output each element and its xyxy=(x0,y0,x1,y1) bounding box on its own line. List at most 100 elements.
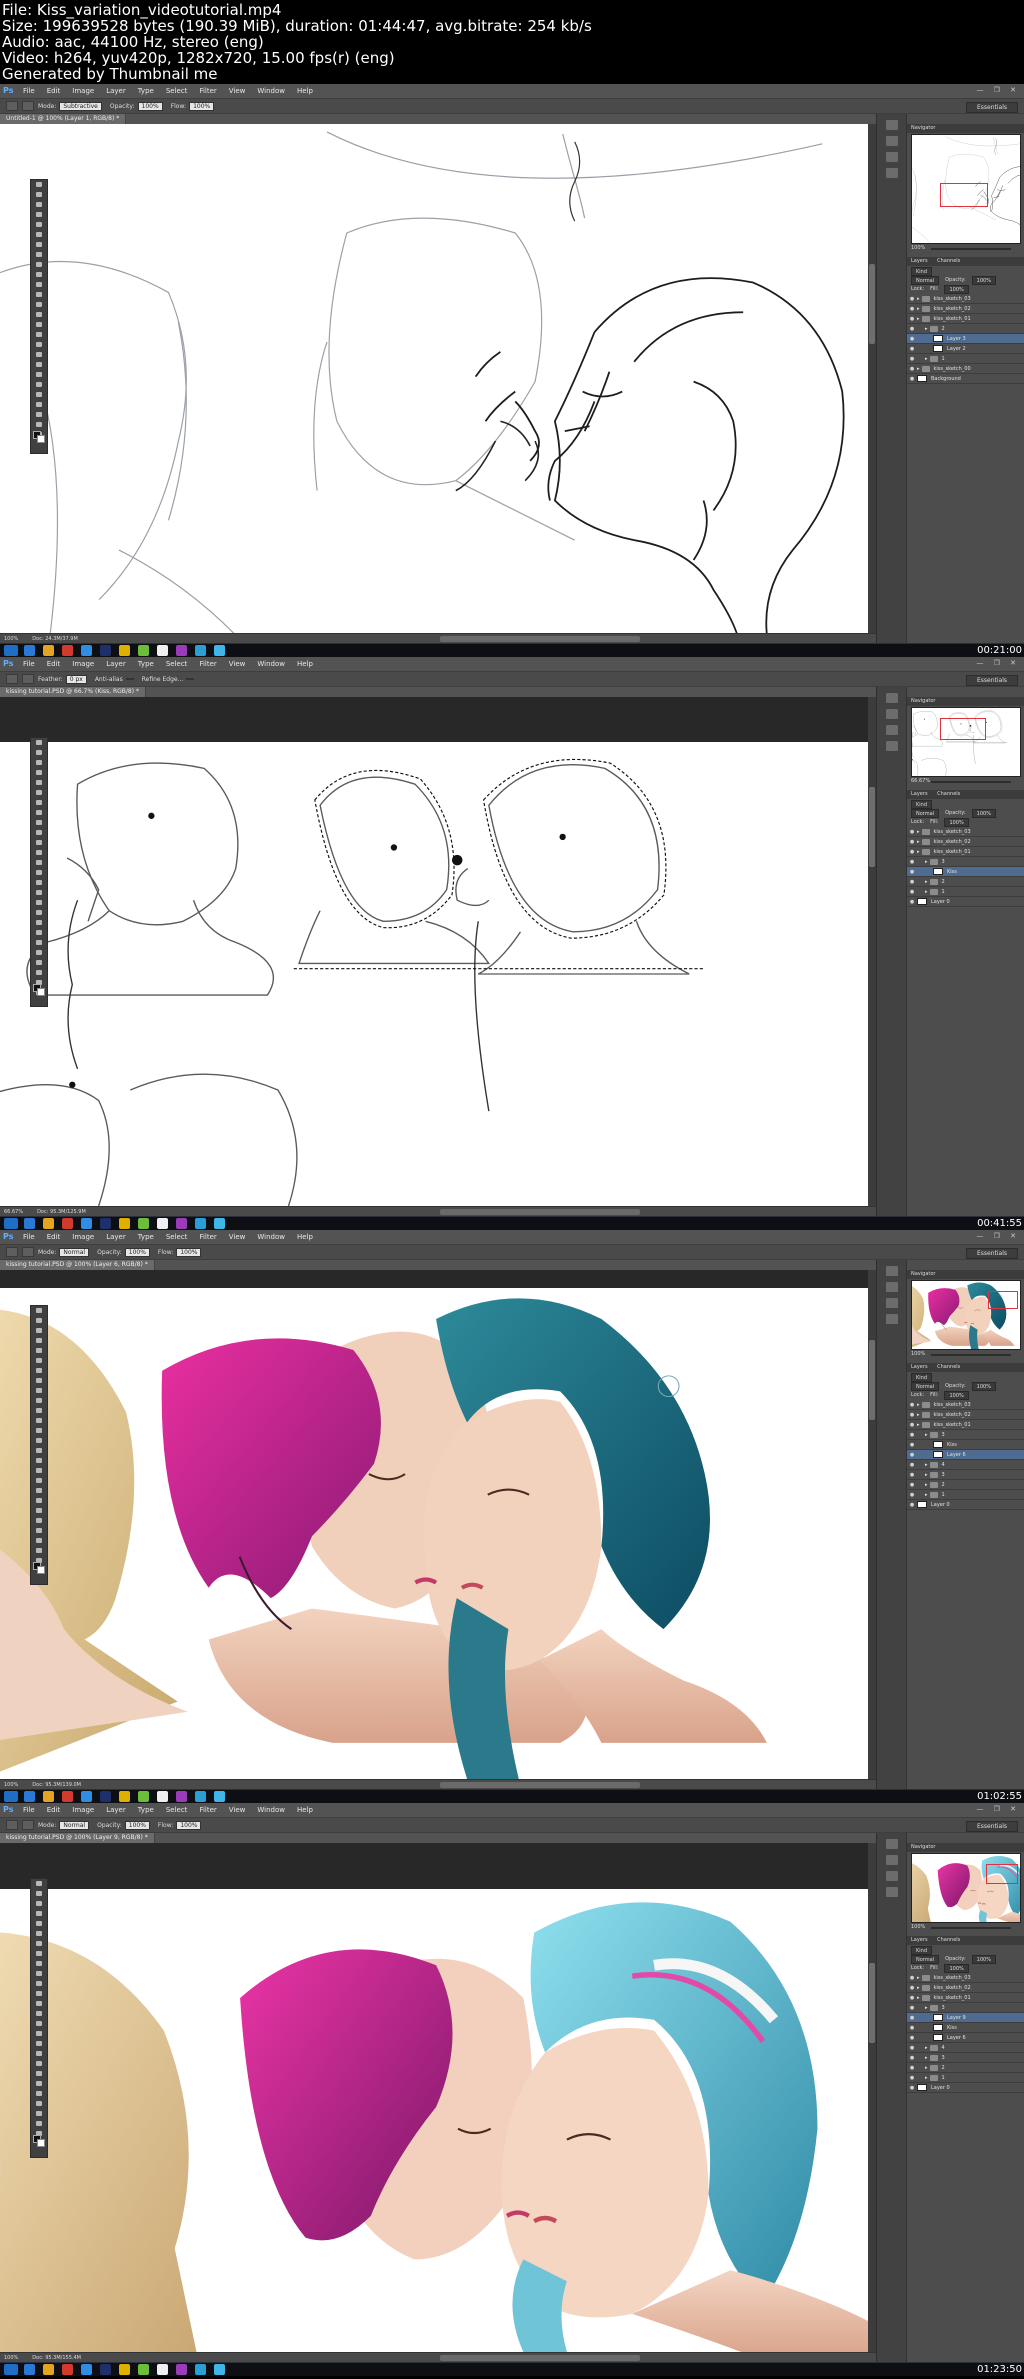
disclosure-arrow-icon[interactable]: ▸ xyxy=(917,1422,920,1428)
navigator-zoom-slider[interactable] xyxy=(931,1354,1011,1356)
layer-kind-filter[interactable]: Kind xyxy=(911,1946,933,1955)
opacity-label[interactable]: Opacity: xyxy=(97,1822,122,1829)
layer-row[interactable]: ● ▸ 3 xyxy=(907,2053,1024,2063)
toolbox-tool-icon[interactable] xyxy=(32,2011,46,2019)
layer-fill-field[interactable]: 100% xyxy=(944,818,969,827)
layer-fill-field[interactable]: 100% xyxy=(944,1391,969,1400)
vertical-scrollbar[interactable] xyxy=(868,124,876,633)
toolbox-tool-icon[interactable] xyxy=(32,2001,46,2009)
window-controls[interactable]: — ❐ ✕ xyxy=(976,659,1020,667)
flow-label[interactable]: Flow: xyxy=(171,103,186,110)
visibility-eye-icon[interactable]: ● xyxy=(907,366,917,372)
menu-item[interactable]: Image xyxy=(72,1806,94,1814)
taskbar-app-icon[interactable] xyxy=(138,645,149,656)
layer-row[interactable]: ● ▸ 4 xyxy=(907,2043,1024,2053)
taskbar-app-icon[interactable] xyxy=(81,645,92,656)
toolbox-tool-icon[interactable] xyxy=(32,870,46,878)
document-canvas[interactable] xyxy=(0,742,868,1206)
background-color-swatch[interactable] xyxy=(37,988,45,996)
menu-item[interactable]: Layer xyxy=(106,1806,126,1814)
window-controls[interactable]: — ❐ ✕ xyxy=(976,1232,1020,1240)
toolbox-tool-icon[interactable] xyxy=(32,830,46,838)
toolbox-tool-icon[interactable] xyxy=(32,242,46,250)
menu-item[interactable]: View xyxy=(229,660,246,668)
taskbar-app-icon[interactable] xyxy=(176,1791,187,1802)
layer-row[interactable]: ● Kiss xyxy=(907,2023,1024,2033)
layer-row[interactable]: ● Background xyxy=(907,374,1024,384)
background-color-swatch[interactable] xyxy=(37,435,45,443)
blend-mode-select[interactable]: Normal xyxy=(911,276,940,285)
workspace-select[interactable]: Essentials xyxy=(965,102,1018,113)
toolbox-tool-icon[interactable] xyxy=(32,342,46,350)
layer-row[interactable]: ● ▸ kiss_sketch_01 xyxy=(907,847,1024,857)
toolbox-tool-icon[interactable] xyxy=(32,2111,46,2119)
tool-preset-icon[interactable] xyxy=(22,101,34,111)
menu-item[interactable]: Filter xyxy=(199,1806,216,1814)
taskbar-app-icon[interactable] xyxy=(157,1218,168,1229)
workspace-select[interactable]: Essentials xyxy=(965,1821,1018,1832)
opacity-field[interactable]: 100% xyxy=(124,1247,150,1257)
toolbox-tool-icon[interactable] xyxy=(32,1941,46,1949)
channels-tab[interactable]: Channels xyxy=(937,1364,960,1370)
layer-row[interactable]: ● ▸ 4 xyxy=(907,1460,1024,1470)
layer-row[interactable]: ● ▸ 1 xyxy=(907,1490,1024,1500)
taskbar-app-icon[interactable] xyxy=(43,1218,54,1229)
toolbox-tool-icon[interactable] xyxy=(32,1991,46,1999)
disclosure-arrow-icon[interactable]: ▸ xyxy=(925,2075,928,2081)
layer-opacity-field[interactable]: 100% xyxy=(971,276,996,285)
menu-item[interactable]: Layer xyxy=(106,1233,126,1241)
toolbox-tool-icon[interactable] xyxy=(32,2081,46,2089)
layer-row[interactable]: ● ▸ kiss_sketch_01 xyxy=(907,1993,1024,2003)
menu-item[interactable]: Type xyxy=(138,1233,154,1241)
taskbar-app-icon[interactable] xyxy=(43,1791,54,1802)
menu-item[interactable]: Select xyxy=(166,1806,188,1814)
menu-item[interactable]: Layer xyxy=(106,87,126,95)
layers-tab[interactable]: Layers xyxy=(911,258,928,264)
visibility-eye-icon[interactable]: ● xyxy=(907,2045,917,2051)
menu-item[interactable]: Image xyxy=(72,660,94,668)
layer-fill-field[interactable]: 100% xyxy=(944,285,969,294)
visibility-eye-icon[interactable]: ● xyxy=(907,1442,917,1448)
taskbar-app-icon[interactable] xyxy=(62,1218,73,1229)
disclosure-arrow-icon[interactable]: ▸ xyxy=(925,2055,928,2061)
layer-row[interactable]: ● ▸ 2 xyxy=(907,324,1024,334)
layer-opacity-field[interactable]: 100% xyxy=(971,1382,996,1391)
background-color-swatch[interactable] xyxy=(37,2139,45,2147)
visibility-eye-icon[interactable]: ● xyxy=(907,306,917,312)
toolbox-tool-icon[interactable] xyxy=(32,790,46,798)
menu-item[interactable]: Filter xyxy=(199,1233,216,1241)
toolbox-tool-icon[interactable] xyxy=(32,1428,46,1436)
taskbar-app-icon[interactable] xyxy=(100,1791,111,1802)
taskbar-app-icon[interactable] xyxy=(24,2364,35,2375)
visibility-eye-icon[interactable]: ● xyxy=(907,1462,917,1468)
toolbox-tool-icon[interactable] xyxy=(32,1891,46,1899)
start-button-icon[interactable] xyxy=(4,1791,18,1802)
taskbar-app-icon[interactable] xyxy=(81,1218,92,1229)
properties-panel-icon[interactable] xyxy=(885,1282,898,1292)
flow-field[interactable]: 100% xyxy=(176,1247,202,1257)
horizontal-scrollbar[interactable] xyxy=(440,2355,640,2361)
layer-row[interactable]: ● ▸ kiss_sketch_03 xyxy=(907,294,1024,304)
brush-panel-icon[interactable] xyxy=(885,1871,898,1881)
toolbox-tool-icon[interactable] xyxy=(32,1448,46,1456)
disclosure-arrow-icon[interactable]: ▸ xyxy=(925,879,928,885)
status-zoom[interactable]: 100% xyxy=(4,2353,18,2362)
layer-row[interactable]: ● ▸ 1 xyxy=(907,354,1024,364)
blend-mode-select[interactable]: Normal xyxy=(911,809,940,818)
toolbox-tool-icon[interactable] xyxy=(32,2061,46,2069)
visibility-eye-icon[interactable]: ● xyxy=(907,346,917,352)
navigator-zoom-slider[interactable] xyxy=(931,1927,1011,1929)
navigator-tab[interactable]: Navigator xyxy=(907,1270,1024,1279)
toolbox-tool-icon[interactable] xyxy=(32,232,46,240)
toolbox-tool-icon[interactable] xyxy=(32,282,46,290)
visibility-eye-icon[interactable]: ● xyxy=(907,859,917,865)
layer-row[interactable]: ● ▸ kiss_sketch_01 xyxy=(907,314,1024,324)
mode-select[interactable]: Normal xyxy=(59,1820,90,1830)
taskbar-app-icon[interactable] xyxy=(195,2364,206,2375)
layers-tab[interactable]: Layers xyxy=(911,1937,928,1943)
toolbox-tool-icon[interactable] xyxy=(32,402,46,410)
layer-fill-field[interactable]: 100% xyxy=(944,1964,969,1973)
toolbox-tool-icon[interactable] xyxy=(32,222,46,230)
scrollbar-thumb[interactable] xyxy=(869,264,875,344)
toolbox-tool-icon[interactable] xyxy=(32,810,46,818)
